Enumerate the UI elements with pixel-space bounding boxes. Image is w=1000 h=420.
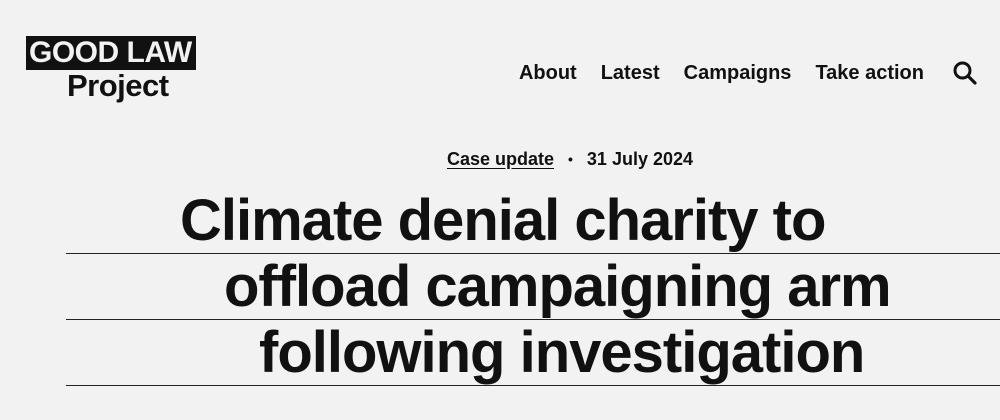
article-date: 31 July 2024: [586, 149, 694, 169]
article-meta: Case update • 31 July 2024: [0, 146, 1000, 172]
site-logo[interactable]: GOOD LAW Project: [26, 36, 226, 104]
headline-text-2: offload campaigning arm: [224, 254, 892, 319]
headline-line: Climate denial charity to: [66, 188, 1000, 254]
nav-item-about[interactable]: About: [519, 58, 577, 88]
article-headline: Climate denial charity to offload campai…: [0, 188, 1000, 386]
headline-text-3: following investigation: [259, 320, 865, 385]
logo-wordmark-bottom: Project: [67, 68, 169, 103]
search-button[interactable]: [952, 60, 978, 86]
nav-item-take-action[interactable]: Take action: [815, 58, 924, 88]
search-icon: [953, 61, 977, 85]
headline-line: offload campaigning arm: [66, 254, 1000, 320]
headline-line: following investigation: [66, 320, 1000, 386]
category-link[interactable]: Case update: [447, 146, 554, 172]
meta-separator: •: [568, 151, 573, 167]
main-nav: About Latest Campaigns Take action: [519, 58, 978, 88]
headline-text-1: Climate denial charity to: [180, 188, 826, 253]
logo-wordmark-top: GOOD LAW: [26, 36, 196, 70]
nav-item-latest[interactable]: Latest: [601, 58, 660, 88]
nav-item-campaigns[interactable]: Campaigns: [684, 58, 792, 88]
